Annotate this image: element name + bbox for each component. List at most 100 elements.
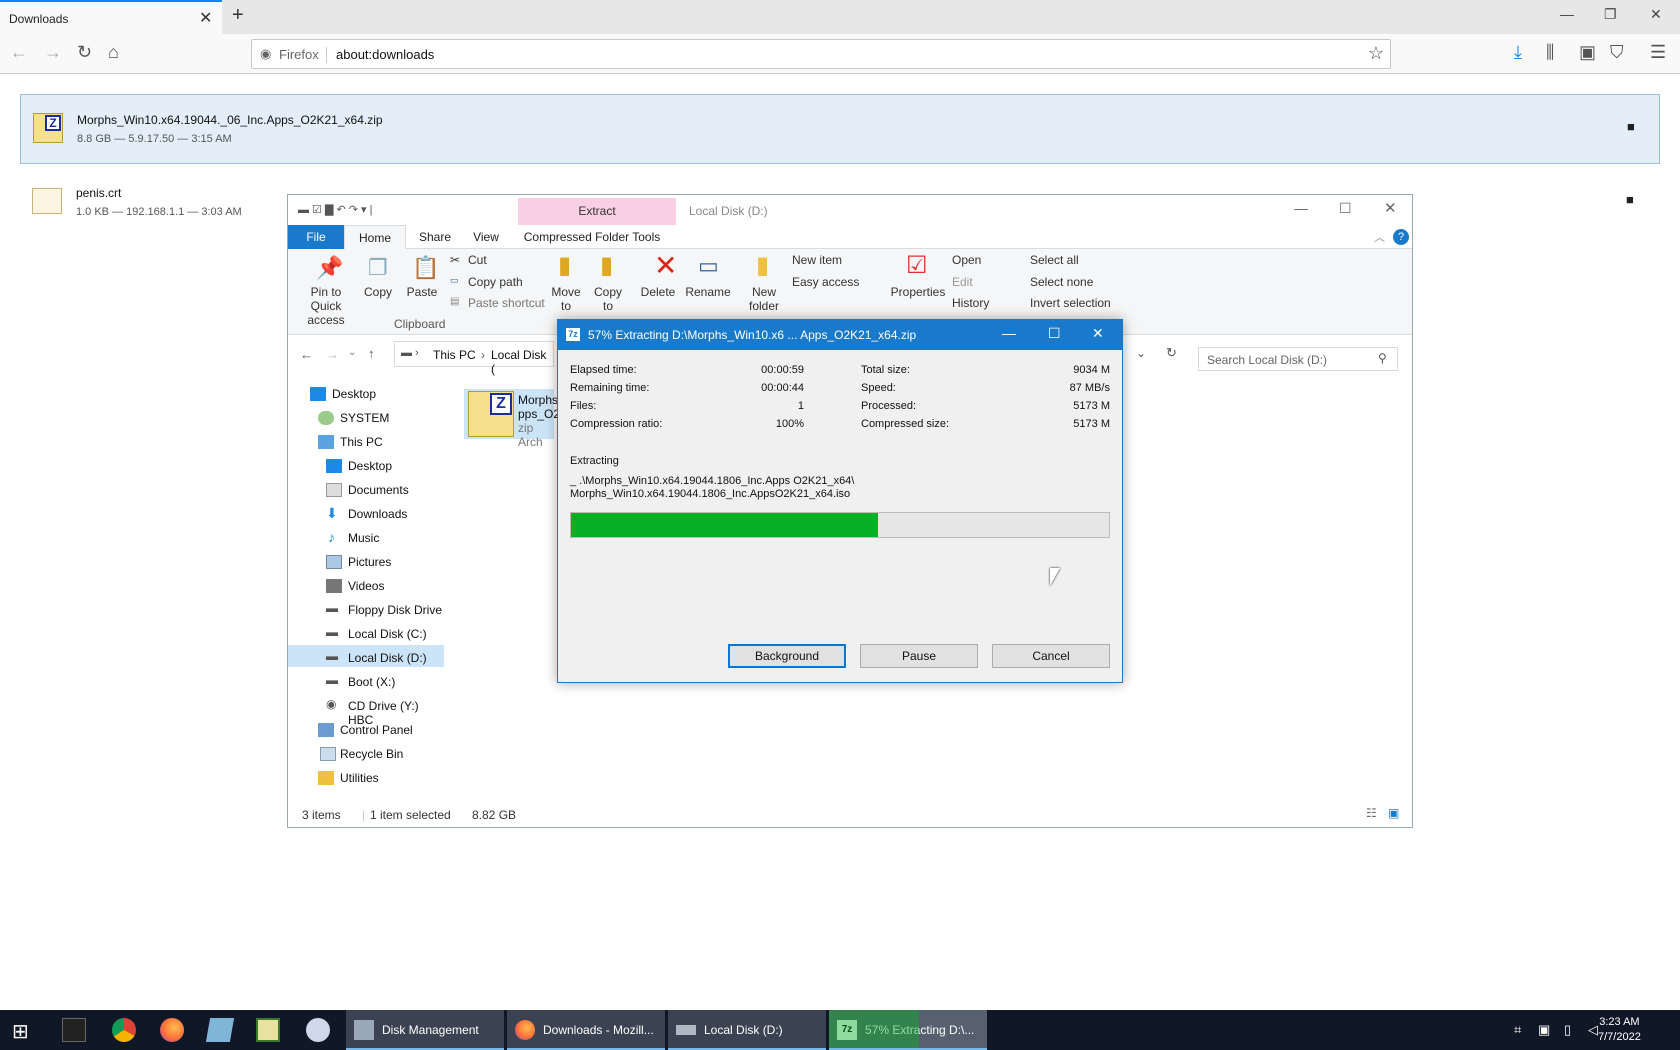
tree-desktop-pc[interactable]: Desktop bbox=[348, 459, 392, 473]
paste-shortcut-button[interactable]: Paste shortcut bbox=[468, 296, 545, 310]
task-firefox-downloads[interactable]: Downloads - Mozill... bbox=[507, 1010, 665, 1050]
pause-button[interactable]: Pause bbox=[860, 644, 978, 668]
url-text[interactable]: about:downloads bbox=[336, 47, 434, 62]
tree-recycle-bin[interactable]: Recycle Bin bbox=[340, 747, 403, 761]
forward-icon[interactable]: → bbox=[44, 42, 62, 63]
copy-button[interactable]: Copy bbox=[360, 285, 396, 299]
close-window-icon[interactable]: ✕ bbox=[1650, 6, 1662, 23]
extract-context-tab[interactable]: Extract bbox=[518, 198, 676, 226]
task-local-disk[interactable]: Local Disk (D:) bbox=[668, 1010, 826, 1050]
menu-icon[interactable]: ☰ bbox=[1650, 42, 1666, 63]
maximize-icon[interactable]: ☐ bbox=[1339, 200, 1352, 217]
back-icon[interactable]: ← bbox=[10, 42, 28, 63]
url-bar[interactable]: ◉ Firefox about:downloads ☆ bbox=[251, 39, 1391, 69]
tab-compressed-folder-tools[interactable]: Compressed Folder Tools bbox=[522, 225, 662, 249]
tree-videos[interactable]: Videos bbox=[348, 579, 384, 593]
minimize-icon[interactable]: — bbox=[1560, 6, 1574, 22]
large-icons-view-icon[interactable]: ▣ bbox=[1388, 806, 1399, 820]
library-icon[interactable]: ⫼ bbox=[1546, 42, 1554, 63]
file-item-zip[interactable]: Z Morphs pps_O2 zip Arch bbox=[464, 389, 560, 449]
tree-this-pc[interactable]: This PC bbox=[340, 435, 383, 449]
delete-button[interactable]: Delete bbox=[636, 285, 680, 299]
tree-downloads[interactable]: Downloads bbox=[348, 507, 407, 521]
close-icon[interactable]: ✕ bbox=[1092, 325, 1104, 342]
forward-icon[interactable]: → bbox=[326, 347, 339, 362]
collapse-ribbon-icon[interactable]: ︿ bbox=[1374, 229, 1385, 245]
help-icon[interactable]: ? bbox=[1393, 229, 1409, 245]
invert-selection-button[interactable]: Invert selection bbox=[1030, 296, 1111, 310]
tree-pictures[interactable]: Pictures bbox=[348, 555, 391, 569]
easy-access-button[interactable]: Easy access bbox=[792, 275, 859, 289]
tab-view[interactable]: View bbox=[464, 225, 508, 249]
search-input[interactable]: Search Local Disk (D:) bbox=[1198, 347, 1398, 371]
tab-downloads[interactable]: Downloads ✕ bbox=[0, 0, 222, 34]
firefox-icon[interactable] bbox=[160, 1018, 184, 1042]
details-view-icon[interactable]: ☷ bbox=[1366, 806, 1377, 820]
maximize-icon[interactable]: ☐ bbox=[1048, 325, 1061, 342]
task-disk-management[interactable]: Disk Management bbox=[346, 1010, 504, 1050]
edit-button[interactable]: Edit bbox=[952, 275, 973, 289]
start-windows-icon[interactable]: ⊞ bbox=[12, 1019, 29, 1044]
cancel-button[interactable]: Cancel bbox=[992, 644, 1110, 668]
notepad-icon[interactable] bbox=[205, 1018, 235, 1042]
pin-to-quick-access-button[interactable]: Pin to Quick access bbox=[294, 285, 358, 327]
tree-music[interactable]: Music bbox=[348, 531, 379, 545]
minimize-icon[interactable]: — bbox=[1002, 325, 1016, 341]
tree-local-disk-c[interactable]: Local Disk (C:) bbox=[348, 627, 427, 641]
quick-access-toolbar[interactable]: ▬ ☑ ▇ ↶ ↷ ▾ | bbox=[298, 203, 372, 216]
close-icon[interactable]: ✕ bbox=[1384, 199, 1397, 217]
new-tab-icon[interactable]: + bbox=[232, 4, 244, 27]
rename-button[interactable]: Rename bbox=[684, 285, 732, 299]
paste-button[interactable]: Paste bbox=[400, 285, 444, 299]
tool-icon[interactable] bbox=[306, 1018, 330, 1042]
refresh-icon[interactable]: ↻ bbox=[1166, 345, 1177, 361]
download-item[interactable]: Z Morphs_Win10.x64.19044._06_Inc.Apps_O2… bbox=[20, 94, 1660, 164]
search-icon[interactable]: ⚲ bbox=[1378, 351, 1387, 365]
properties-button[interactable]: Properties bbox=[890, 285, 946, 299]
tree-floppy[interactable]: Floppy Disk Drive bbox=[348, 603, 442, 617]
tree-control-panel[interactable]: Control Panel bbox=[340, 723, 413, 737]
chrome-icon[interactable] bbox=[112, 1018, 136, 1042]
open-folder-icon[interactable]: ■ bbox=[1627, 119, 1635, 134]
shield-icon[interactable]: ⛉ bbox=[1610, 42, 1624, 63]
tab-home[interactable]: Home bbox=[344, 225, 406, 249]
address-bar[interactable]: ▬ › This PC › Local Disk ( bbox=[394, 341, 554, 376]
new-folder-button[interactable]: New folder bbox=[744, 285, 784, 313]
tree-local-disk-d[interactable]: Local Disk (D:) bbox=[348, 651, 427, 665]
up-icon[interactable]: ↑ bbox=[368, 346, 375, 361]
minimize-icon[interactable]: — bbox=[1294, 200, 1308, 216]
tab-share[interactable]: Share bbox=[410, 225, 460, 249]
recent-locations-icon[interactable]: ⌄ bbox=[348, 347, 356, 358]
battery-icon[interactable]: ▯ bbox=[1564, 1022, 1571, 1038]
history-button[interactable]: History bbox=[952, 296, 989, 310]
terminal-icon[interactable] bbox=[62, 1018, 86, 1042]
restore-icon[interactable]: ❐ bbox=[1604, 6, 1617, 23]
address-dropdown-icon[interactable]: ⌄ bbox=[1136, 346, 1146, 360]
select-none-button[interactable]: Select none bbox=[1030, 275, 1093, 289]
breadcrumb-local-disk[interactable]: Local Disk ( bbox=[491, 348, 553, 376]
back-icon[interactable]: ← bbox=[300, 347, 313, 362]
editor-icon[interactable] bbox=[256, 1018, 280, 1042]
tree-documents[interactable]: Documents bbox=[348, 483, 409, 497]
background-button[interactable]: Background bbox=[728, 644, 846, 668]
home-icon[interactable]: ⌂ bbox=[108, 42, 119, 63]
tree-utilities[interactable]: Utilities bbox=[340, 771, 379, 785]
open-button[interactable]: Open bbox=[952, 253, 981, 267]
downloads-icon[interactable]: ⤓ bbox=[1514, 42, 1522, 63]
display-icon[interactable]: ▣ bbox=[1538, 1022, 1550, 1038]
tab-file[interactable]: File bbox=[288, 225, 344, 249]
tree-system[interactable]: SYSTEM bbox=[340, 411, 389, 425]
breadcrumb-this-pc[interactable]: This PC bbox=[433, 348, 476, 362]
task-7zip-extracting[interactable]: 7z 57% Extracting D:\... bbox=[829, 1010, 987, 1050]
copy-path-button[interactable]: Copy path bbox=[468, 275, 523, 289]
tree-desktop[interactable]: Desktop bbox=[332, 387, 376, 401]
close-tab-icon[interactable]: ✕ bbox=[199, 8, 212, 28]
select-all-button[interactable]: Select all bbox=[1030, 253, 1079, 267]
new-item-button[interactable]: New item bbox=[792, 253, 842, 267]
network-icon[interactable]: ⌗ bbox=[1514, 1022, 1521, 1038]
bookmark-star-icon[interactable]: ☆ bbox=[1368, 43, 1384, 64]
copy-to-button[interactable]: Copy to bbox=[588, 285, 628, 313]
open-folder-icon[interactable]: ■ bbox=[1626, 192, 1634, 207]
move-to-button[interactable]: Move to bbox=[546, 285, 586, 313]
sidebar-icon[interactable]: ▣ bbox=[1579, 42, 1596, 63]
